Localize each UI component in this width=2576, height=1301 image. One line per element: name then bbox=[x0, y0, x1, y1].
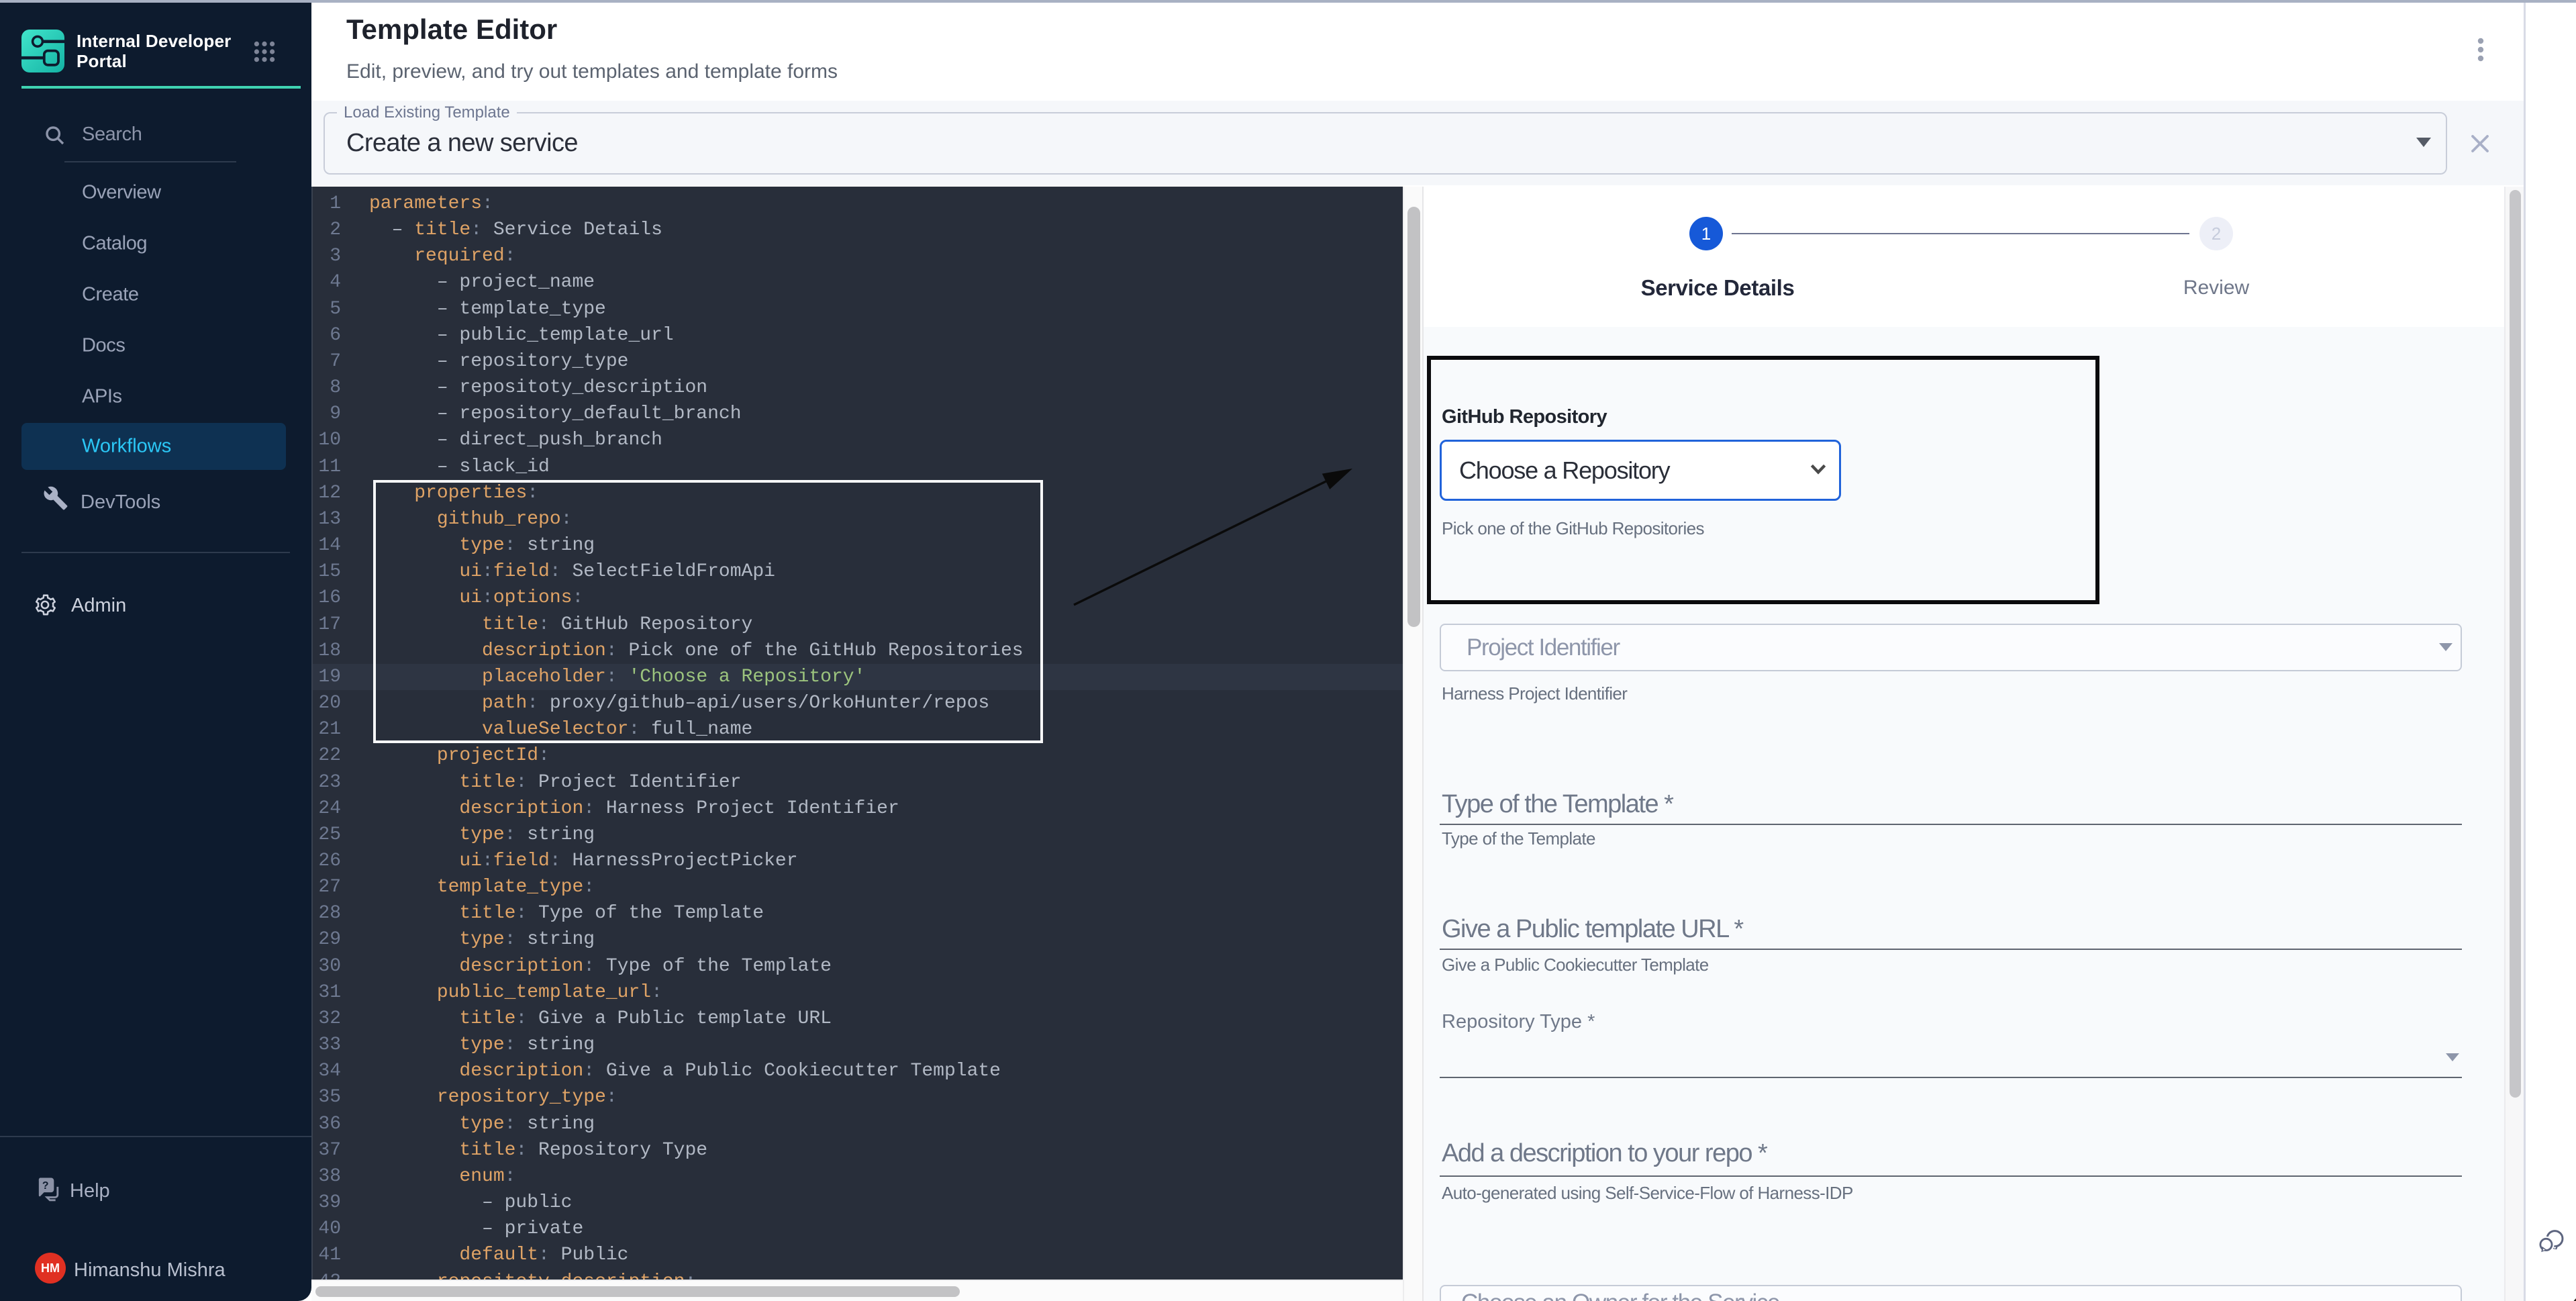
svg-text:?: ? bbox=[42, 1180, 49, 1192]
